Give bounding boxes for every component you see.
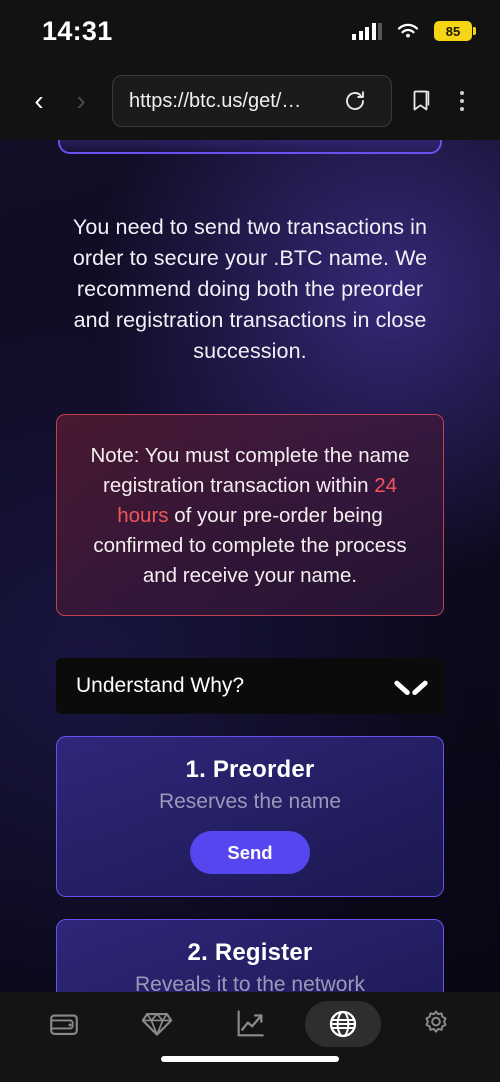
wallet-icon [50,1014,79,1035]
url-text[interactable]: https://btc.us/get/… [129,90,325,113]
globe-icon [329,1010,356,1038]
step-card-preorder[interactable]: 1. Preorder Reserves the name Send [56,736,444,897]
intro-text: You need to send two transactions in ord… [72,215,428,363]
step-title: 2. Register [187,939,313,966]
phone-screen: 14:31 85 ‹ › https://btc.us/get/… You ne… [0,0,500,1082]
step-card-register[interactable]: 2. Register Reveals it to the network Se… [56,919,444,992]
nav-item-wallet[interactable] [26,1001,102,1047]
home-indicator [0,1056,500,1082]
step-subtitle: Reveals it to the network [135,973,365,992]
battery-icon: 85 [434,21,476,41]
page-content: You need to send two transactions in ord… [0,140,500,992]
step-title: 1. Preorder [185,756,315,783]
reload-icon[interactable] [335,89,375,113]
bottom-nav-items [0,992,500,1056]
battery-percent: 85 [445,23,461,39]
status-clock: 14:31 [42,15,113,46]
nav-item-settings[interactable] [398,1001,474,1047]
gear-icon [425,1010,447,1033]
three-dots-menu-icon[interactable] [442,91,482,111]
url-bar[interactable]: https://btc.us/get/… [112,75,392,127]
browser-toolbar: ‹ › https://btc.us/get/… [0,62,500,140]
scrolled-card-edge [58,140,442,154]
warning-note: Note: You must complete the name registr… [56,414,444,616]
nav-item-diamond[interactable] [119,1001,195,1047]
nav-item-chart[interactable] [212,1001,288,1047]
status-bar: 14:31 85 [0,0,500,62]
bottom-nav-bar [0,992,500,1082]
note-text-before: Note: You must complete the name registr… [90,444,410,497]
chevron-down-icon[interactable] [396,677,426,695]
preorder-send-button[interactable]: Send [190,831,310,874]
accordion-label: Understand Why? [76,674,245,697]
diamond-icon [141,1013,173,1036]
step-subtitle: Reserves the name [158,790,342,813]
signal-bars-icon [352,22,382,40]
chevron-right-icon[interactable]: › [60,80,102,122]
status-indicators: 85 [352,21,476,41]
nav-item-globe[interactable] [304,1001,381,1047]
chart-line-icon [237,1010,264,1037]
understand-why-accordion[interactable]: Understand Why? [56,658,444,714]
wifi-icon [397,23,419,38]
chevron-left-icon[interactable]: ‹ [18,80,60,122]
bookmark-icon[interactable] [402,88,442,114]
